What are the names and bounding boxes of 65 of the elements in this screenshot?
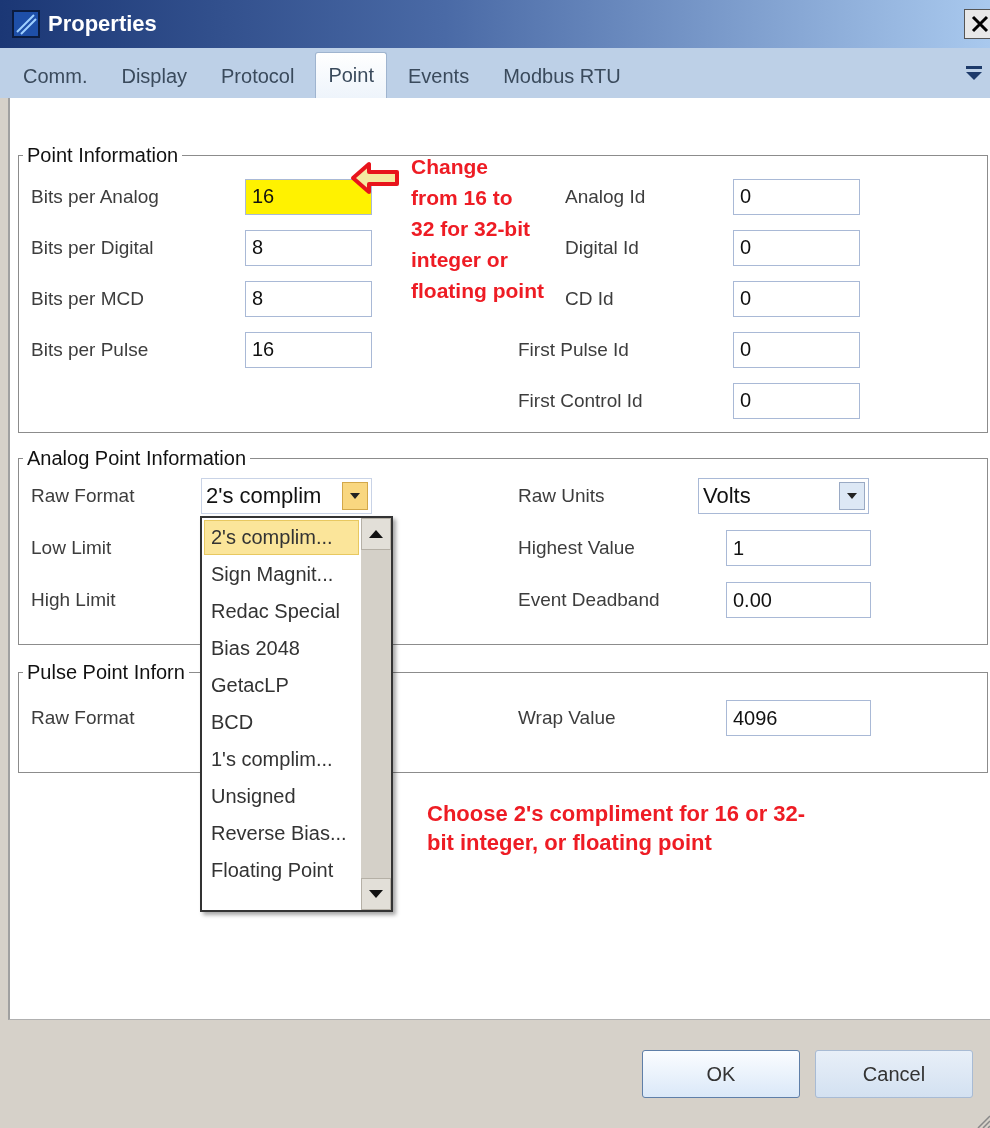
input-field[interactable]: 8 (245, 229, 372, 266)
group-title: Analog Point Information (26, 447, 248, 470)
dialog-button[interactable]: Cancel (815, 1050, 973, 1098)
field-label: Event Deadband (518, 589, 660, 610)
app-icon (12, 10, 40, 38)
input-field[interactable]: 0 (733, 382, 860, 419)
tab[interactable]: Display (108, 54, 201, 98)
scrollbar[interactable] (361, 518, 391, 910)
input-field[interactable]: 0 (733, 331, 860, 368)
field-label: Bits per Pulse (31, 338, 150, 361)
field-label: Raw Format (31, 707, 135, 729)
caret-icon (350, 493, 360, 499)
dialog-button[interactable]: OK (642, 1050, 800, 1098)
input-field[interactable]: 1 (726, 530, 871, 566)
list-option[interactable]: BCD (204, 705, 359, 740)
list-option[interactable]: Floating Point (204, 853, 359, 888)
list-option[interactable]: Unsigned (204, 779, 359, 814)
input-field[interactable]: 4096 (726, 700, 871, 736)
input-field[interactable]: 8 (245, 280, 372, 317)
close-button[interactable] (964, 9, 990, 39)
tab[interactable]: Protocol (208, 54, 308, 98)
tab[interactable]: Comm. (10, 54, 101, 98)
input-field[interactable]: 0.00 (726, 582, 871, 618)
group-title: Pulse Point Inforn (26, 661, 186, 684)
input-field[interactable]: 16 (245, 331, 372, 368)
annotation-text: Choose 2's compliment for 16 or 32- bit integer, or floating point (427, 800, 807, 857)
list-option[interactable]: 1's complim... (204, 742, 359, 777)
group-title: Point Information (26, 144, 180, 167)
field-label: Raw Units (518, 485, 605, 506)
input-field[interactable]: 16 (245, 178, 372, 215)
scroll-up-icon (369, 530, 383, 538)
field-label: Digital Id (565, 236, 640, 259)
scroll-down-icon (369, 890, 383, 898)
list-option[interactable]: Redac Special (204, 594, 359, 629)
annotation-text: Change from 16 to 32 for 32-bit integer or floating point (411, 154, 545, 304)
caret-icon (847, 493, 857, 499)
field-label: Bits per MCD (31, 287, 145, 310)
window-title: Properties (48, 11, 158, 37)
list-option[interactable]: Bias 2048 (204, 631, 359, 666)
list-option[interactable]: 2's complim... (204, 520, 359, 555)
field-label: Bits per Analog (31, 185, 160, 208)
list-option[interactable]: Sign Magnit... (204, 557, 359, 592)
resize-grip-icon[interactable] (976, 1114, 990, 1128)
list-option[interactable]: GetacLP (204, 668, 359, 703)
list-option[interactable]: Reverse Bias... (204, 816, 359, 851)
field-label: Analog Id (565, 185, 647, 208)
field-label: Low Limit (31, 537, 112, 559)
field-label: High Limit (31, 589, 116, 611)
field-label: First Control Id (517, 389, 644, 412)
field-label: Wrap Value (518, 707, 616, 728)
tab[interactable]: Modbus RTU (490, 54, 634, 98)
tab[interactable]: Events (395, 54, 483, 98)
input-field[interactable]: 0 (733, 178, 860, 215)
field-label: Raw Format (31, 485, 135, 506)
field-label: First Pulse Id (517, 338, 630, 361)
tab[interactable]: Point (315, 52, 387, 98)
field-label: Highest Value (518, 537, 635, 558)
field-label: CD Id (565, 287, 615, 310)
field-label: Bits per Digital (31, 236, 155, 259)
input-field[interactable]: 0 (733, 229, 860, 266)
dropdown[interactable]: Volts (698, 478, 869, 514)
close-icon (971, 15, 989, 33)
input-field[interactable]: 0 (733, 280, 860, 317)
overflow-icon[interactable] (966, 66, 982, 80)
arrow-icon (350, 161, 400, 195)
